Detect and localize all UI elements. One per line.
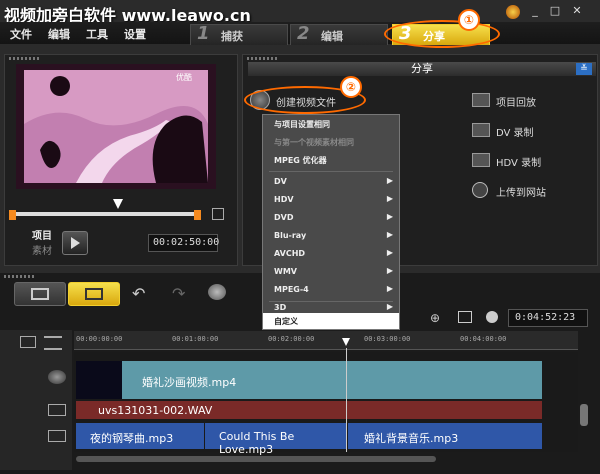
ruler-label: 00:01:00:00 bbox=[172, 335, 219, 343]
hdv-camera-icon bbox=[472, 153, 490, 167]
video-track-icon[interactable] bbox=[48, 370, 66, 384]
voice-clip[interactable]: uvs131031-002.WAV bbox=[76, 401, 542, 419]
app-logo-icon bbox=[506, 5, 520, 19]
menu-file[interactable]: 文件 bbox=[10, 26, 32, 42]
submenu-arrow-icon: ▶ bbox=[386, 194, 393, 203]
share-panel-header: 分享 bbox=[248, 62, 596, 76]
preview-watermark: 优酷 bbox=[176, 73, 192, 82]
ruler-label: 00:02:00:00 bbox=[268, 335, 315, 343]
clock-icon bbox=[486, 311, 498, 323]
video-thumbnail bbox=[76, 361, 122, 399]
menu-item-wmv[interactable]: WMV ▶ bbox=[263, 263, 399, 281]
panel-grip bbox=[4, 275, 34, 278]
snapshot-icon[interactable] bbox=[212, 208, 224, 220]
menu-tools[interactable]: 工具 bbox=[86, 26, 108, 42]
play-icon bbox=[71, 237, 80, 249]
zoom-in-icon[interactable]: ⊕ bbox=[430, 311, 440, 325]
track-header-column bbox=[0, 330, 72, 470]
project-label[interactable]: 项目 bbox=[32, 227, 52, 242]
music-clip-3[interactable]: 婚礼背景音乐.mp3 bbox=[348, 423, 542, 449]
panel-grip bbox=[9, 57, 39, 60]
submenu-arrow-icon: ▶ bbox=[386, 176, 393, 185]
video-clip[interactable]: 婚礼沙画视频.mp4 bbox=[76, 361, 542, 399]
menu-item-dv[interactable]: DV ▶ bbox=[263, 173, 399, 191]
menu-item-same-as-project[interactable]: 与项目设置相同 bbox=[263, 115, 399, 133]
collapse-icon[interactable]: ≚ bbox=[576, 63, 592, 75]
play-button[interactable] bbox=[62, 231, 88, 255]
track-manager-icon[interactable] bbox=[20, 336, 36, 348]
video-preview: 优酷 bbox=[16, 64, 216, 189]
project-playback-option[interactable]: 项目回放 bbox=[472, 92, 582, 109]
tab-capture[interactable]: 1 捕获 bbox=[190, 23, 288, 45]
music-clip-2[interactable]: Could This Be Love.mp3 bbox=[205, 423, 347, 456]
voice-track-icon[interactable] bbox=[48, 404, 66, 416]
menu-item-avchd[interactable]: AVCHD ▶ bbox=[263, 245, 399, 263]
minimize-button[interactable]: _ bbox=[528, 4, 542, 18]
trim-end-handle[interactable] bbox=[194, 210, 201, 220]
menu-divider bbox=[269, 171, 393, 172]
record-capture-icon[interactable] bbox=[208, 284, 226, 300]
create-video-dropdown: 与项目设置相同 与第一个视频素材相同 MPEG 优化器 DV ▶ HDV ▶ D… bbox=[262, 114, 400, 330]
menu-item-3d[interactable]: 3D ▶ bbox=[263, 295, 399, 313]
highlight-ring-share bbox=[384, 20, 500, 48]
hdv-record-option[interactable]: HDV 录制 bbox=[472, 152, 582, 169]
menu-item-mpeg-optimizer[interactable]: MPEG 优化器 bbox=[263, 151, 399, 169]
panel-grip bbox=[247, 57, 277, 60]
tab-edit[interactable]: 2 编辑 bbox=[290, 23, 388, 45]
vertical-scrollbar[interactable] bbox=[580, 404, 588, 426]
dv-camera-icon bbox=[472, 123, 490, 137]
globe-icon bbox=[472, 182, 488, 198]
fit-project-icon[interactable] bbox=[458, 311, 472, 323]
submenu-arrow-icon: ▶ bbox=[386, 284, 393, 293]
filmstrip-icon bbox=[31, 288, 49, 300]
playhead-line bbox=[346, 348, 347, 452]
timeline-icon bbox=[85, 288, 103, 300]
submenu-arrow-icon: ▶ bbox=[386, 212, 393, 221]
project-duration: 0:04:52:23 bbox=[508, 309, 588, 327]
timeline-view-button[interactable] bbox=[68, 282, 120, 306]
music-clip-1[interactable]: 夜的钢琴曲.mp3 bbox=[76, 423, 204, 449]
submenu-arrow-icon: ▶ bbox=[386, 248, 393, 257]
menu-edit[interactable]: 编辑 bbox=[48, 26, 70, 42]
menu-settings[interactable]: 设置 bbox=[124, 26, 146, 42]
horizontal-scrollbar[interactable] bbox=[76, 456, 436, 462]
menu-item-same-as-first-clip[interactable]: 与第一个视频素材相同 bbox=[263, 133, 399, 151]
menu-item-hdv[interactable]: HDV ▶ bbox=[263, 191, 399, 209]
playback-icon bbox=[472, 93, 490, 107]
maximize-button[interactable]: □ bbox=[548, 4, 562, 18]
menu-item-bluray[interactable]: Blu-ray ▶ bbox=[263, 227, 399, 245]
menu-item-custom[interactable]: 自定义 bbox=[263, 313, 399, 329]
scrubber-track[interactable] bbox=[14, 212, 198, 216]
music-track-icon[interactable] bbox=[48, 430, 66, 442]
close-button[interactable]: ✕ bbox=[570, 4, 584, 18]
clip-label[interactable]: 素材 bbox=[32, 242, 52, 257]
submenu-arrow-icon: ▶ bbox=[386, 230, 393, 239]
timecode-display[interactable]: 00:02:50:00 bbox=[148, 234, 219, 252]
undo-icon[interactable]: ↶ bbox=[132, 284, 145, 303]
chapter-icon[interactable] bbox=[44, 336, 62, 350]
redo-icon[interactable]: ↷ bbox=[172, 284, 185, 303]
ruler-label: 00:04:00:00 bbox=[460, 335, 507, 343]
trim-start-handle[interactable] bbox=[9, 210, 16, 220]
dv-record-option[interactable]: DV 录制 bbox=[472, 122, 582, 139]
submenu-arrow-icon: ▶ bbox=[386, 266, 393, 275]
marker-2: ② bbox=[340, 76, 362, 98]
ruler-label: 00:00:00:00 bbox=[76, 335, 123, 343]
upload-website-option[interactable]: 上传到网站 bbox=[472, 182, 582, 199]
submenu-arrow-icon: ▶ bbox=[386, 302, 393, 311]
menu-item-dvd[interactable]: DVD ▶ bbox=[263, 209, 399, 227]
marker-1: ① bbox=[458, 9, 480, 31]
ruler-label: 00:03:00:00 bbox=[364, 335, 411, 343]
storyboard-view-button[interactable] bbox=[14, 282, 66, 306]
